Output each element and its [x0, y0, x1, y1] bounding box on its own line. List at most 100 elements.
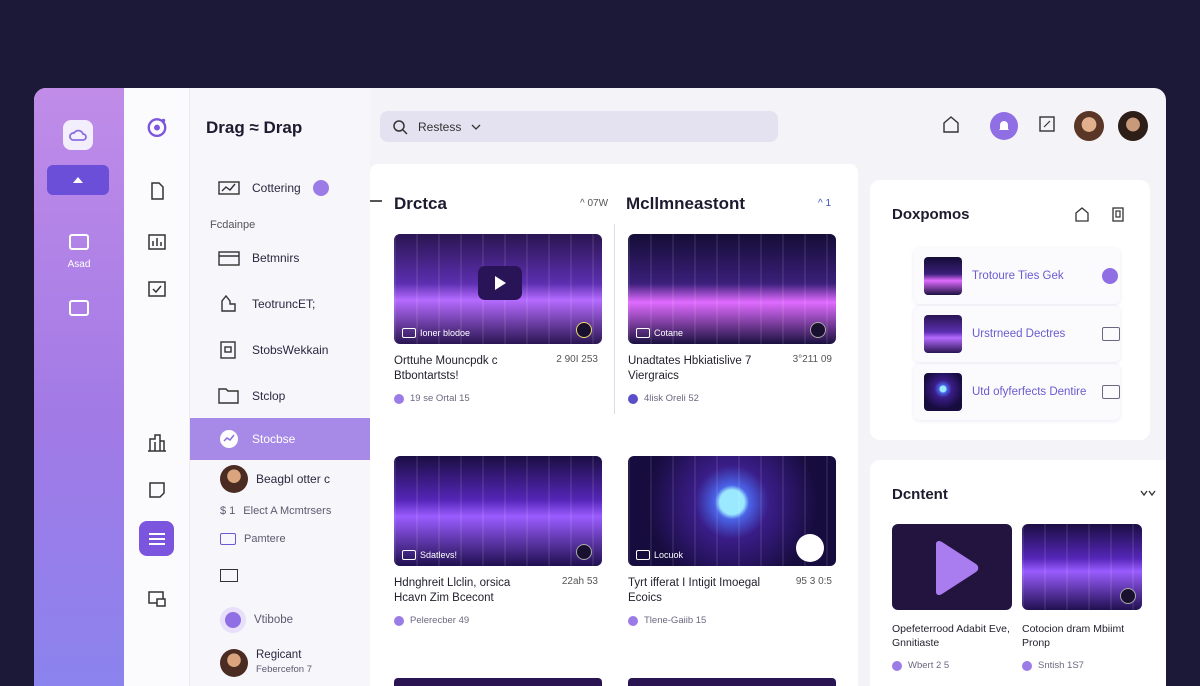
- status-badge[interactable]: [1102, 268, 1118, 284]
- play-icon[interactable]: [478, 266, 522, 300]
- window-icon[interactable]: [1102, 327, 1120, 341]
- clock-icon: [394, 393, 404, 404]
- window-icon[interactable]: [1102, 385, 1120, 399]
- section-meta[interactable]: ^ 07W: [580, 198, 608, 209]
- info-icon[interactable]: [576, 544, 592, 560]
- clock-icon: [628, 393, 638, 404]
- app-window: Asad Drag ≈ Drap Cottering Fcdainpe Betm…: [34, 88, 1166, 686]
- content-thumbnail[interactable]: [892, 524, 1012, 610]
- brand-logo-icon[interactable]: [140, 110, 174, 144]
- nav-sub-pamtere[interactable]: Pamtere: [220, 533, 286, 545]
- nav-item-stclop[interactable]: Stclop: [190, 376, 370, 416]
- thumbnail-chip: Locuok: [636, 550, 683, 560]
- content-card[interactable]: Opefeterrood Adabit Eve, Gnnitiaste Wber…: [892, 524, 1012, 671]
- video-card[interactable]: Locuok 95 3 0:5 Tyrt ifferat I Intigit I…: [628, 456, 836, 626]
- count-icon: $ 1: [220, 505, 236, 517]
- checkbox-icon[interactable]: [146, 278, 168, 300]
- camera-icon: [402, 328, 416, 338]
- info-icon[interactable]: [1120, 588, 1136, 604]
- collapse-icon[interactable]: [370, 200, 382, 202]
- window-icon[interactable]: [1038, 115, 1056, 133]
- search-icon: [393, 119, 408, 135]
- video-card[interactable]: Cotane 3°211 09 Unadtates Hbkiatislive 7…: [628, 234, 836, 404]
- document-icon[interactable]: [146, 180, 168, 202]
- bar-chart-icon[interactable]: [146, 231, 168, 253]
- chevron-down-icon[interactable]: [1140, 490, 1156, 498]
- nav-item-label: Stclop: [252, 389, 286, 403]
- card-title: Orttuhe Mouncpdk c Btbontartsts!: [394, 355, 498, 382]
- icon-column: [124, 88, 190, 686]
- content-thumbnail[interactable]: [1022, 524, 1142, 610]
- monitor-icon[interactable]: [146, 588, 168, 610]
- folder-icon: [218, 251, 240, 266]
- avatar: [220, 649, 248, 677]
- nav-item-label: Stocbse: [252, 432, 296, 446]
- list-item[interactable]: Utd ofyferfects Dentire: [914, 364, 1120, 420]
- cloud-logo-icon[interactable]: [63, 120, 93, 150]
- list-item[interactable]: Trotoure Ties Gek: [914, 248, 1120, 304]
- content-meta: Wbert 2 5: [892, 660, 1012, 671]
- video-thumbnail[interactable]: Cotane: [628, 234, 836, 344]
- nav-item-stocbse[interactable]: Stocbse: [190, 418, 370, 460]
- notifications-button[interactable]: [990, 112, 1018, 140]
- building-icon[interactable]: [146, 432, 168, 454]
- nav-sub-regicant[interactable]: Regicant Febercefon 7: [220, 649, 312, 677]
- clipboard-icon[interactable]: [1110, 206, 1126, 222]
- nav-sub-elect[interactable]: $ 1 Elect A Mcmtrsers: [220, 505, 331, 517]
- nav-item-betmnirs[interactable]: Betmnirs: [190, 238, 370, 278]
- nav-sub-user[interactable]: Beagbl otter c: [220, 465, 330, 493]
- card-stat: 22ah 53: [561, 576, 598, 587]
- nav-sub-vtibobe[interactable]: Vtibobe: [220, 607, 293, 633]
- search-input[interactable]: Restess: [380, 111, 778, 142]
- nav-item-stobs[interactable]: StobsWekkain: [190, 330, 370, 370]
- video-card[interactable]: Ioner blodoe 2 90I 253 Orttuhe Mouncpdk …: [394, 234, 602, 404]
- nav-item-label: StobsWekkain: [252, 343, 329, 357]
- clock-icon: [892, 660, 902, 671]
- nav-item-teotrunc[interactable]: TeotruncET;: [190, 284, 370, 324]
- rail-item-frame[interactable]: [34, 300, 124, 319]
- nav-item-label: Betmnirs: [252, 251, 300, 265]
- video-thumbnail[interactable]: Locuok: [628, 456, 836, 566]
- menu-icon[interactable]: [139, 521, 174, 556]
- video-card[interactable]: Sdatlevs! 22ah 53 Hdnghreit Llclin, orsi…: [394, 456, 602, 626]
- nav-item-label: TeotruncET;: [252, 297, 316, 311]
- nav-sub-mail[interactable]: [220, 569, 238, 582]
- user-avatar-secondary[interactable]: [1118, 111, 1148, 141]
- chevron-down-icon: [471, 124, 481, 130]
- left-rail: Asad: [34, 88, 124, 686]
- rail-active-button[interactable]: [47, 165, 109, 195]
- section-meta[interactable]: ^ 1: [818, 198, 831, 209]
- clock-icon: [1022, 660, 1032, 671]
- card-title: Tyrt ifferat I Intigit Imoegal Ecoics: [628, 577, 761, 604]
- card-stat: 95 3 0:5: [795, 576, 832, 587]
- brand-title: Drag ≈ Drap: [206, 118, 303, 137]
- play-icon[interactable]: [930, 540, 980, 596]
- rail-item-label: Asad: [67, 259, 91, 270]
- info-icon[interactable]: [576, 322, 592, 338]
- thumbnail-chip: Ioner blodoe: [402, 328, 470, 338]
- nav-item-cottering[interactable]: Cottering: [190, 168, 370, 208]
- panel-title: Doxpomos: [892, 206, 970, 223]
- nav-sub-label: Regicant: [256, 649, 302, 661]
- user-avatar[interactable]: [1074, 111, 1104, 141]
- info-icon[interactable]: [810, 322, 826, 338]
- doxpomos-panel: Doxpomos Trotoure Ties Gek Urstrneed Dec…: [870, 180, 1150, 440]
- search-value: Restess: [418, 119, 462, 134]
- list-item[interactable]: Urstrneed Dectres: [914, 306, 1120, 362]
- item-title: Trotoure Ties Gek: [972, 269, 1064, 282]
- location-pin-icon[interactable]: [796, 534, 824, 562]
- note-icon[interactable]: [146, 478, 168, 500]
- chart-icon: [220, 430, 238, 448]
- home-icon[interactable]: [1074, 206, 1090, 222]
- frame-icon: [69, 300, 89, 316]
- content-card[interactable]: Cotocion dram Mbiimt Pronp Sntish 1S7: [1022, 524, 1142, 671]
- content-title: Cotocion dram Mbiimt Pronp: [1022, 623, 1125, 649]
- video-thumbnail[interactable]: Ioner blodoe: [394, 234, 602, 344]
- gallery-icon: [69, 234, 89, 250]
- rail-item-grid[interactable]: Asad: [34, 234, 124, 270]
- video-thumbnail[interactable]: Sdatlevs!: [394, 456, 602, 566]
- card-meta: 4lisk Oreli 52: [628, 393, 836, 404]
- home-icon[interactable]: [942, 115, 960, 133]
- folder-icon: [218, 388, 239, 404]
- status-badge: [312, 180, 329, 196]
